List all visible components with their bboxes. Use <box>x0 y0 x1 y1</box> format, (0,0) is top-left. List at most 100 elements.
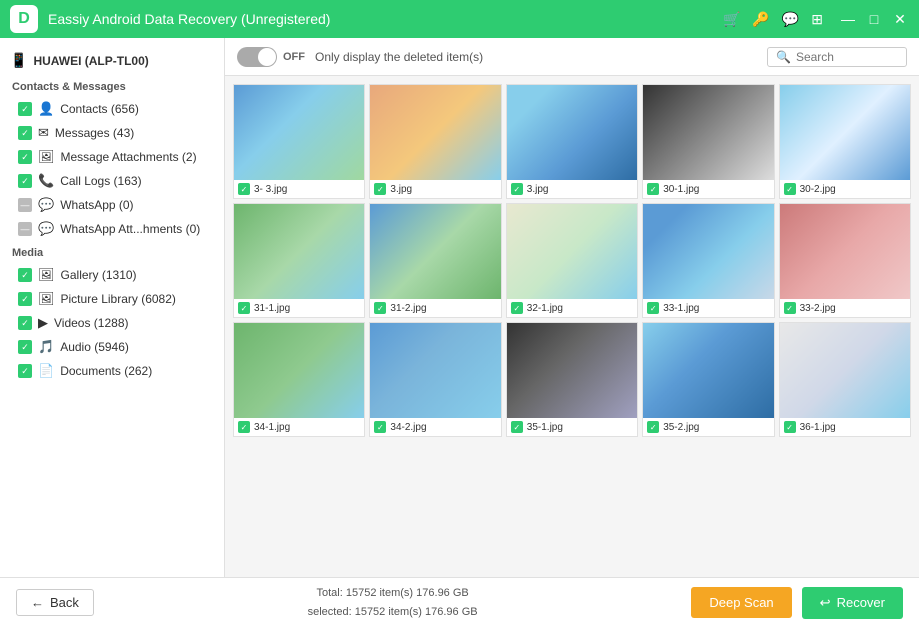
check-whatsapp-attachments: — <box>18 222 32 236</box>
check-documents: ✓ <box>18 364 32 378</box>
recover-button[interactable]: ↩ Recover <box>802 587 903 619</box>
photo-item-p9[interactable]: ✓ 33-1.jpg <box>642 203 774 318</box>
photo-thumb-p12 <box>370 323 500 418</box>
grid-icon[interactable]: ⊞ <box>811 11 823 28</box>
photo-thumb-p9 <box>643 204 773 299</box>
photo-check-p6[interactable]: ✓ <box>238 302 250 314</box>
stats-area: Total: 15752 item(s) 176.96 GB selected:… <box>94 584 691 621</box>
check-gallery: ✓ <box>18 268 32 282</box>
check-picture-library: ✓ <box>18 292 32 306</box>
photo-item-p7[interactable]: ✓31-2.jpg <box>369 203 501 318</box>
whatsapp-icon: 💬 <box>38 197 54 213</box>
toggle-deleted[interactable]: OFF <box>237 47 305 67</box>
photo-thumb-p5 <box>780 85 910 180</box>
section-contacts-messages: Contacts & Messages <box>0 75 224 97</box>
sidebar-item-whatsapp[interactable]: — 💬 WhatsApp (0) <box>0 193 224 217</box>
photo-thumb-p7 <box>370 204 500 299</box>
sidebar-item-messages[interactable]: ✓ ✉ Messages (43) <box>0 121 224 145</box>
photo-item-p1[interactable]: ✓3- 3.jpg <box>233 84 365 199</box>
photo-item-p6[interactable]: ✓31-1.jpg <box>233 203 365 318</box>
photo-thumb-p10 <box>780 204 910 299</box>
section-media: Media <box>0 241 224 263</box>
photo-thumb-p14 <box>643 323 773 418</box>
display-deleted-text: Only display the deleted item(s) <box>315 50 757 64</box>
photo-item-p2[interactable]: ✓3.jpg <box>369 84 501 199</box>
photo-check-p11[interactable]: ✓ <box>238 421 250 433</box>
photo-thumb-p11 <box>234 323 364 418</box>
content-area: OFF Only display the deleted item(s) 🔍 ✓… <box>225 38 919 577</box>
check-audio: ✓ <box>18 340 32 354</box>
photo-item-p8[interactable]: ✓32-1.jpg <box>506 203 638 318</box>
sidebar-item-videos[interactable]: ✓ ▶ Videos (1288) <box>0 311 224 335</box>
photo-item-p5[interactable]: ✓ 30-2.jpg <box>779 84 911 199</box>
check-messages: ✓ <box>18 126 32 140</box>
photo-check-p12[interactable]: ✓ <box>374 421 386 433</box>
photo-item-p4[interactable]: ✓30-1.jpg <box>642 84 774 199</box>
back-button[interactable]: ← Back <box>16 589 94 616</box>
documents-label: Documents (262) <box>60 364 214 378</box>
sidebar-item-whatsapp-attachments[interactable]: — 💬 WhatsApp Att...hments (0) <box>0 217 224 241</box>
photo-item-p14[interactable]: ✓35-2.jpg <box>642 322 774 437</box>
photo-grid-container[interactable]: ✓3- 3.jpg✓3.jpg✓3.jpg✓30-1.jpg✓30-2.jpg✓… <box>225 76 919 577</box>
photo-check-p4[interactable]: ✓ <box>647 183 659 195</box>
sidebar-item-contacts[interactable]: ✓ 👤 Contacts (656) <box>0 97 224 121</box>
gallery-label: Gallery (1310) <box>61 268 214 282</box>
search-input[interactable] <box>796 50 898 64</box>
photo-item-p3[interactable]: ✓ 3.jpg <box>506 84 638 199</box>
app-title: Eassiy Android Data Recovery (Unregister… <box>48 11 723 27</box>
sidebar-item-message-attachments[interactable]: ✓ 🖼 Message Attachments (2) <box>0 145 224 169</box>
photo-check-p14[interactable]: ✓ <box>647 421 659 433</box>
sidebar-item-picture-library[interactable]: ✓ 🖼 Picture Library (6082) <box>0 287 224 311</box>
photo-thumb-p15 <box>780 323 910 418</box>
photo-check-p2[interactable]: ✓ <box>374 183 386 195</box>
photo-check-p7[interactable]: ✓ <box>374 302 386 314</box>
picture-library-icon: 🖼 <box>38 291 55 307</box>
photo-item-p15[interactable]: ✓ 36-1.jpg <box>779 322 911 437</box>
photo-name-p15: 36-1.jpg <box>800 422 836 433</box>
deep-scan-button[interactable]: Deep Scan <box>691 587 791 618</box>
photo-item-p10[interactable]: ✓33-2.jpg <box>779 203 911 318</box>
sidebar-item-audio[interactable]: ✓ 🎵 Audio (5946) <box>0 335 224 359</box>
bottom-bar: ← Back Total: 15752 item(s) 176.96 GB se… <box>0 577 919 627</box>
photo-check-p13[interactable]: ✓ <box>511 421 523 433</box>
phone-icon: 📱 <box>10 52 27 69</box>
videos-icon: ▶ <box>38 315 48 331</box>
audio-label: Audio (5946) <box>60 340 214 354</box>
call-logs-label: Call Logs (163) <box>60 174 214 188</box>
toggle-track[interactable] <box>237 47 277 67</box>
check-videos: ✓ <box>18 316 32 330</box>
chat-icon[interactable]: 💬 <box>782 11 799 28</box>
close-button[interactable]: ✕ <box>891 10 909 28</box>
minimize-button[interactable]: — <box>839 10 857 28</box>
sidebar-item-call-logs[interactable]: ✓ 📞 Call Logs (163) <box>0 169 224 193</box>
photo-name-p9: 33-1.jpg <box>663 303 699 314</box>
toggle-state-label: OFF <box>283 51 305 63</box>
maximize-button[interactable]: □ <box>865 10 883 28</box>
photo-item-p12[interactable]: ✓34-2.jpg <box>369 322 501 437</box>
key-icon[interactable]: 🔑 <box>752 11 769 28</box>
sidebar-item-documents[interactable]: ✓ 📄 Documents (262) <box>0 359 224 383</box>
photo-grid: ✓3- 3.jpg✓3.jpg✓3.jpg✓30-1.jpg✓30-2.jpg✓… <box>233 84 911 437</box>
photo-check-p8[interactable]: ✓ <box>511 302 523 314</box>
search-box[interactable]: 🔍 <box>767 47 907 67</box>
photo-item-p13[interactable]: ✓ 35-1.jpg <box>506 322 638 437</box>
photo-check-p5[interactable]: ✓ <box>784 183 796 195</box>
message-attachments-label: Message Attachments (2) <box>61 150 214 164</box>
sidebar-item-gallery[interactable]: ✓ 🖼 Gallery (1310) <box>0 263 224 287</box>
total-label: Total: 15752 item(s) 176.96 GB <box>94 584 691 603</box>
device-row[interactable]: 📱 HUAWEI (ALP-TL00) <box>0 46 224 75</box>
photo-check-p9[interactable]: ✓ <box>647 302 659 314</box>
photo-name-p3: 3.jpg <box>527 184 549 195</box>
photo-check-p15[interactable]: ✓ <box>784 421 796 433</box>
window-controls: — □ ✕ <box>839 10 909 28</box>
photo-name-p13: 35-1.jpg <box>527 422 563 433</box>
photo-thumb-p3 <box>507 85 637 180</box>
back-arrow-icon: ← <box>31 595 44 610</box>
titlebar: D Eassiy Android Data Recovery (Unregist… <box>0 0 919 38</box>
photo-check-p10[interactable]: ✓ <box>784 302 796 314</box>
photo-item-p11[interactable]: ✓34-1.jpg <box>233 322 365 437</box>
cart-icon[interactable]: 🛒 <box>723 11 740 28</box>
photo-name-p5: 30-2.jpg <box>800 184 836 195</box>
photo-check-p3[interactable]: ✓ <box>511 183 523 195</box>
photo-check-p1[interactable]: ✓ <box>238 183 250 195</box>
